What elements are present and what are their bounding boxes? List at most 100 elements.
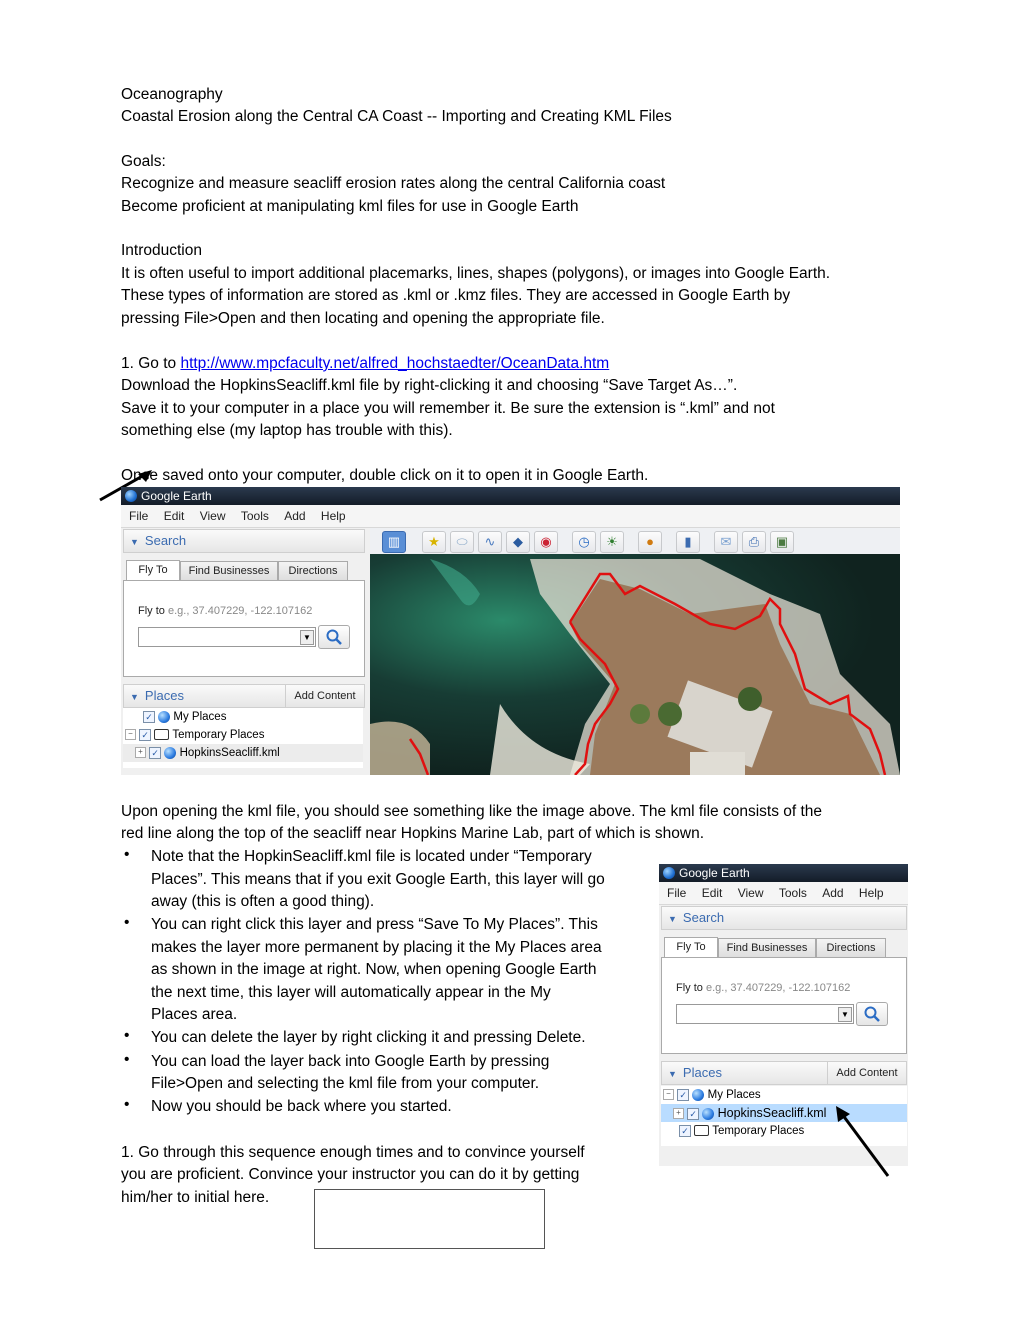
polygon-icon[interactable]: ⬭ (450, 531, 474, 553)
search-button[interactable] (856, 1002, 888, 1026)
menu-bar: File Edit View Tools Add Help (659, 882, 908, 905)
save-image-icon[interactable]: ▣ (770, 531, 794, 553)
menu-edit[interactable]: Edit (164, 505, 185, 527)
bullet-text: as shown in the image at right. Now, whe… (151, 961, 597, 978)
menu-file[interactable]: File (129, 505, 148, 527)
intro-line: It is often useful to import additional … (121, 265, 831, 282)
bullet-dot: • (124, 1096, 130, 1113)
tab-fly-to[interactable]: Fly To (126, 560, 180, 581)
tree-item-my-places[interactable]: ✓ My Places (123, 708, 363, 726)
intro-heading: Introduction (121, 242, 202, 259)
fly-to-input[interactable]: ▼ (676, 1004, 854, 1024)
google-earth-logo-icon (125, 489, 137, 502)
satellite-map-view[interactable] (370, 554, 900, 775)
menu-add[interactable]: Add (284, 505, 305, 527)
final-line: him/her to initial here. (121, 1189, 270, 1206)
collapse-toggle-icon[interactable]: − (125, 729, 136, 741)
magnifier-icon (864, 1006, 880, 1022)
checkbox-checked-icon[interactable]: ✓ (143, 710, 155, 723)
bullet-text: makes the layer more permanent by placin… (151, 939, 602, 956)
magnifier-icon (326, 629, 342, 645)
tab-fly-to[interactable]: Fly To (664, 937, 718, 958)
menu-view[interactable]: View (738, 882, 764, 904)
fly-to-hint: e.g., 37.407229, -122.107162 (705, 982, 851, 994)
checkbox-checked-icon[interactable]: ✓ (139, 728, 152, 741)
checkbox-checked-icon[interactable]: ✓ (149, 746, 162, 759)
add-content-button[interactable]: Add Content (285, 685, 364, 707)
search-panel-header[interactable]: ▼ Search (661, 906, 907, 930)
fly-to-label: Fly to e.g., 37.407229, -122.107162 (676, 982, 850, 994)
sunlight-icon[interactable]: ☀ (600, 531, 624, 553)
checkbox-checked-icon[interactable]: ✓ (679, 1124, 691, 1137)
menu-tools[interactable]: Tools (241, 505, 269, 527)
tab-directions[interactable]: Directions (278, 561, 348, 580)
intro-line: These types of information are stored as… (121, 287, 791, 304)
dropdown-arrow-icon[interactable]: ▼ (300, 630, 314, 645)
sidebar-toggle-icon[interactable]: ▥ (382, 531, 406, 553)
menu-help[interactable]: Help (859, 882, 884, 904)
expand-toggle-icon[interactable]: + (135, 747, 146, 759)
bullet-dot: • (124, 1051, 130, 1068)
ruler-icon[interactable]: ▮ (676, 531, 700, 553)
globe-icon (692, 1088, 705, 1101)
fly-to-input[interactable]: ▼ (138, 627, 316, 647)
checkbox-checked-icon[interactable]: ✓ (677, 1088, 690, 1101)
tree-item-temporary-places[interactable]: − ✓ Temporary Places (123, 726, 363, 744)
places-panel-header[interactable]: ▼ Places Add Content (661, 1061, 907, 1085)
tree-item-label: Temporary Places (712, 1125, 805, 1137)
collapse-toggle-icon[interactable]: − (663, 1089, 674, 1101)
ocean-data-link[interactable]: http://www.mpcfaculty.net/alfred_hochsta… (180, 355, 609, 372)
menu-help[interactable]: Help (321, 505, 346, 527)
tab-directions[interactable]: Directions (816, 938, 886, 957)
tree-item-my-places[interactable]: − ✓ My Places (661, 1086, 907, 1104)
email-icon[interactable]: ✉ (714, 531, 738, 553)
checkbox-checked-icon[interactable]: ✓ (687, 1107, 700, 1120)
menu-view[interactable]: View (200, 505, 226, 527)
menu-add[interactable]: Add (822, 882, 843, 904)
collapse-triangle-icon: ▼ (130, 537, 139, 547)
search-button[interactable] (318, 625, 350, 649)
fly-to-text: Fly to (676, 982, 703, 994)
bullet-text: You can load the layer back into Google … (151, 1053, 550, 1070)
instructor-initial-box[interactable] (314, 1189, 545, 1249)
globe-icon (164, 746, 177, 759)
search-panel-header[interactable]: ▼ Search (123, 529, 365, 553)
menu-file[interactable]: File (667, 882, 686, 904)
menu-edit[interactable]: Edit (702, 882, 723, 904)
tab-find-businesses[interactable]: Find Businesses (180, 561, 278, 580)
tab-find-businesses[interactable]: Find Businesses (718, 938, 816, 957)
dropdown-arrow-icon[interactable]: ▼ (838, 1007, 852, 1022)
bullet-text: You can delete the layer by right clicki… (151, 1029, 586, 1046)
historical-imagery-icon[interactable]: ◷ (572, 531, 596, 553)
tree-item-label: Temporary Places (172, 729, 265, 741)
globe-icon (158, 710, 171, 723)
fly-to-label: Fly to e.g., 37.407229, -122.107162 (138, 605, 312, 617)
places-panel-header[interactable]: ▼ Places Add Content (123, 684, 365, 708)
bullet-text: Now you should be back where you started… (151, 1098, 452, 1115)
bullet-text: Places”. This means that if you exit Goo… (151, 871, 605, 888)
tour-icon[interactable]: ◉ (534, 531, 558, 553)
google-earth-logo-icon (663, 866, 675, 879)
globe-icon (702, 1107, 715, 1120)
folder-icon (154, 729, 170, 741)
document-page: Oceanography Coastal Erosion along the C… (0, 0, 1020, 1320)
print-icon[interactable]: ⎙ (742, 531, 766, 553)
bullet-text: Places area. (151, 1006, 238, 1023)
overlay-icon[interactable]: ◆ (506, 531, 530, 553)
final-line: you are proficient. Convince your instru… (121, 1166, 580, 1183)
final-line: 1. Go through this sequence enough times… (121, 1144, 585, 1161)
app-title: Google Earth (141, 489, 212, 503)
placemark-icon[interactable]: ★ (422, 531, 446, 553)
fly-to-text: Fly to (138, 605, 165, 617)
goal-item: Recognize and measure seacliff erosion r… (121, 175, 666, 192)
planets-icon[interactable]: ● (638, 531, 662, 553)
step1-line: 1. Go to http://www.mpcfaculty.net/alfre… (121, 353, 609, 376)
app-title: Google Earth (679, 866, 750, 880)
collapse-triangle-icon: ▼ (130, 692, 139, 702)
tree-item-hopkins-kml[interactable]: + ✓ HopkinsSeacliff.kml (123, 744, 363, 762)
search-heading: Search (682, 910, 725, 925)
add-content-button[interactable]: Add Content (827, 1062, 906, 1084)
expand-toggle-icon[interactable]: + (673, 1108, 684, 1120)
menu-tools[interactable]: Tools (779, 882, 807, 904)
path-icon[interactable]: ∿ (478, 531, 502, 553)
